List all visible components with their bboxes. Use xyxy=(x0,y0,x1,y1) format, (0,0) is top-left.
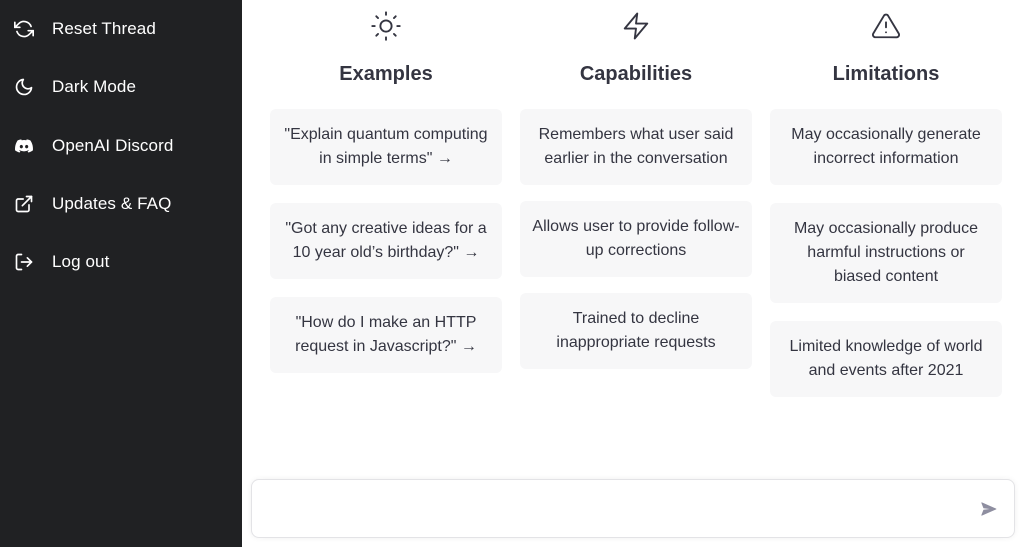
app-window: Reset Thread Dark Mode OpenAI Discord Up… xyxy=(0,0,1024,547)
send-icon xyxy=(980,500,998,523)
capability-card: Remembers what user said earlier in the … xyxy=(520,109,752,185)
send-button[interactable] xyxy=(978,500,1000,522)
example-card[interactable]: "Got any creative ideas for a 10 year ol… xyxy=(270,203,502,279)
limitations-column: Limitations May occasionally generate in… xyxy=(770,0,1002,397)
message-composer xyxy=(251,479,1015,538)
sidebar-item-dark-mode[interactable]: Dark Mode xyxy=(0,66,242,108)
sidebar-item-log-out[interactable]: Log out xyxy=(0,241,242,283)
discord-icon xyxy=(13,135,35,157)
refresh-icon xyxy=(13,18,35,40)
examples-title: Examples xyxy=(339,63,433,85)
examples-column: Examples "Explain quantum computing in s… xyxy=(270,0,502,397)
sidebar-item-updates-faq[interactable]: Updates & FAQ xyxy=(0,183,242,225)
capability-card: Allows user to provide follow-up correct… xyxy=(520,201,752,277)
external-link-icon xyxy=(13,193,35,215)
message-input[interactable] xyxy=(266,496,966,522)
sidebar: Reset Thread Dark Mode OpenAI Discord Up… xyxy=(0,0,242,547)
sidebar-item-label: Updates & FAQ xyxy=(52,193,172,213)
example-card[interactable]: "Explain quantum computing in simple ter… xyxy=(270,109,502,185)
limitation-card: May occasionally produce harmful instruc… xyxy=(770,203,1002,303)
capability-card: Trained to decline inappropriate request… xyxy=(520,293,752,369)
main-panel: Examples "Explain quantum computing in s… xyxy=(242,0,1024,547)
limitations-list: May occasionally generate incorrect info… xyxy=(770,109,1002,397)
sidebar-item-label: Reset Thread xyxy=(52,19,156,38)
limitation-card: May occasionally generate incorrect info… xyxy=(770,109,1002,185)
sun-icon xyxy=(371,11,401,41)
capabilities-column: Capabilities Remembers what user said ea… xyxy=(520,0,752,397)
moon-icon xyxy=(13,76,35,98)
sidebar-item-label: OpenAI Discord xyxy=(52,135,174,155)
capabilities-title: Capabilities xyxy=(579,63,693,85)
intro-columns: Examples "Explain quantum computing in s… xyxy=(270,0,1002,397)
logout-icon xyxy=(13,251,35,273)
lightning-icon xyxy=(621,12,651,40)
capabilities-list: Remembers what user said earlier in the … xyxy=(520,109,752,369)
sidebar-item-reset-thread[interactable]: Reset Thread xyxy=(0,8,242,50)
warning-icon xyxy=(871,12,901,40)
examples-list: "Explain quantum computing in simple ter… xyxy=(270,109,502,373)
limitations-title: Limitations xyxy=(832,63,940,85)
sidebar-item-label: Log out xyxy=(52,252,110,272)
example-card[interactable]: "How do I make an HTTP request in Javasc… xyxy=(270,297,502,373)
sidebar-item-openai-discord[interactable]: OpenAI Discord xyxy=(0,125,242,167)
sidebar-item-label: Dark Mode xyxy=(52,77,137,97)
limitation-card: Limited knowledge of world and events af… xyxy=(770,321,1002,397)
